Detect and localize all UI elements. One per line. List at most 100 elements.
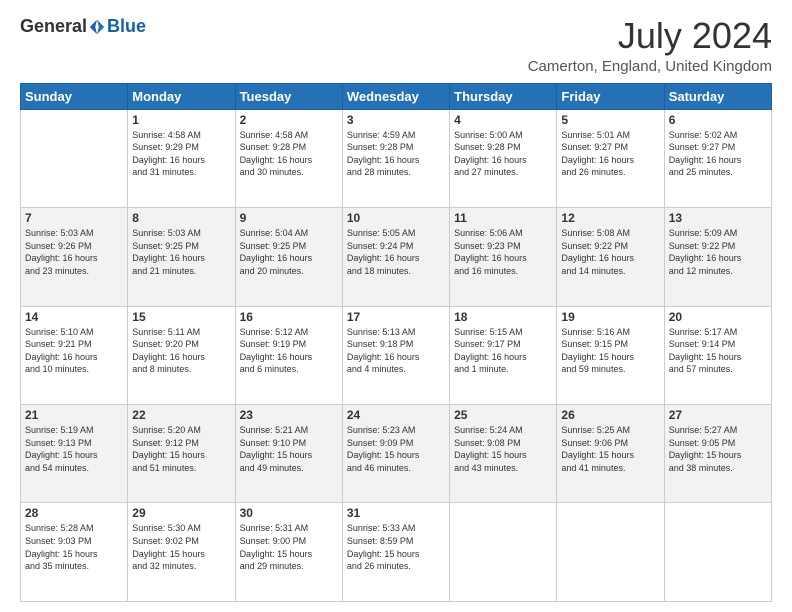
day-number: 10 bbox=[347, 211, 445, 225]
table-row: 16Sunrise: 5:12 AM Sunset: 9:19 PM Dayli… bbox=[235, 306, 342, 404]
day-number: 31 bbox=[347, 506, 445, 520]
day-number: 19 bbox=[561, 310, 659, 324]
day-info: Sunrise: 5:24 AM Sunset: 9:08 PM Dayligh… bbox=[454, 424, 552, 474]
title-block: July 2024 Camerton, England, United King… bbox=[528, 16, 772, 75]
day-info: Sunrise: 4:58 AM Sunset: 9:29 PM Dayligh… bbox=[132, 129, 230, 179]
day-number: 28 bbox=[25, 506, 123, 520]
table-row: 21 Sunrise: 5:19 AM Sunset: 9:13 PM Dayli… bbox=[21, 405, 128, 503]
day-number: 15 bbox=[132, 310, 230, 324]
header-monday: Monday bbox=[128, 83, 235, 109]
day-info: Sunrise: 5:30 AM Sunset: 9:02 PM Dayligh… bbox=[132, 522, 230, 572]
table-row: 9Sunrise: 5:04 AM Sunset: 9:25 PM Daylig… bbox=[235, 208, 342, 306]
day-number: 18 bbox=[454, 310, 552, 324]
table-row: 30 Sunrise: 5:31 AM Sunset: 9:00 PM Dayli… bbox=[235, 503, 342, 602]
day-info: Sunrise: 5:16 AM Sunset: 9:15 PM Dayligh… bbox=[561, 326, 659, 376]
day-number: 7 bbox=[25, 211, 123, 225]
day-info: Sunrise: 5:12 AM Sunset: 9:19 PM Dayligh… bbox=[240, 326, 338, 376]
header-saturday: Saturday bbox=[664, 83, 771, 109]
calendar-row-0: 1 Sunrise: 4:58 AM Sunset: 9:29 PM Daylig… bbox=[21, 109, 772, 207]
day-info: Sunrise: 5:05 AM Sunset: 9:24 PM Dayligh… bbox=[347, 227, 445, 277]
day-number: 29 bbox=[132, 506, 230, 520]
table-row bbox=[557, 503, 664, 602]
calendar-table: Sunday Monday Tuesday Wednesday Thursday… bbox=[20, 83, 772, 602]
day-number: 22 bbox=[132, 408, 230, 422]
table-row: 27 Sunrise: 5:27 AM Sunset: 9:05 PM Dayli… bbox=[664, 405, 771, 503]
logo: General Blue bbox=[20, 16, 146, 37]
day-info: Sunrise: 5:04 AM Sunset: 9:25 PM Dayligh… bbox=[240, 227, 338, 277]
table-row: 13Sunrise: 5:09 AM Sunset: 9:22 PM Dayli… bbox=[664, 208, 771, 306]
day-number: 5 bbox=[561, 113, 659, 127]
day-number: 2 bbox=[240, 113, 338, 127]
table-row bbox=[664, 503, 771, 602]
header: General Blue July 2024 Camerton, England… bbox=[20, 16, 772, 75]
day-number: 20 bbox=[669, 310, 767, 324]
table-row: 5 Sunrise: 5:01 AM Sunset: 9:27 PM Daylig… bbox=[557, 109, 664, 207]
table-row: 26Sunrise: 5:25 AM Sunset: 9:06 PM Dayli… bbox=[557, 405, 664, 503]
calendar-row-1: 7 Sunrise: 5:03 AM Sunset: 9:26 PM Daylig… bbox=[21, 208, 772, 306]
day-info: Sunrise: 5:03 AM Sunset: 9:25 PM Dayligh… bbox=[132, 227, 230, 277]
day-info: Sunrise: 5:25 AM Sunset: 9:06 PM Dayligh… bbox=[561, 424, 659, 474]
table-row: 20 Sunrise: 5:17 AM Sunset: 9:14 PM Dayli… bbox=[664, 306, 771, 404]
day-info: Sunrise: 5:02 AM Sunset: 9:27 PM Dayligh… bbox=[669, 129, 767, 179]
day-number: 6 bbox=[669, 113, 767, 127]
day-info: Sunrise: 5:03 AM Sunset: 9:26 PM Dayligh… bbox=[25, 227, 123, 277]
logo-general-text: General bbox=[20, 16, 87, 37]
day-info: Sunrise: 4:59 AM Sunset: 9:28 PM Dayligh… bbox=[347, 129, 445, 179]
table-row: 7 Sunrise: 5:03 AM Sunset: 9:26 PM Daylig… bbox=[21, 208, 128, 306]
table-row: 17 Sunrise: 5:13 AM Sunset: 9:18 PM Dayli… bbox=[342, 306, 449, 404]
calendar-row-3: 21 Sunrise: 5:19 AM Sunset: 9:13 PM Dayli… bbox=[21, 405, 772, 503]
day-number: 24 bbox=[347, 408, 445, 422]
day-number: 21 bbox=[25, 408, 123, 422]
table-row: 4 Sunrise: 5:00 AM Sunset: 9:28 PM Daylig… bbox=[450, 109, 557, 207]
table-row: 3 Sunrise: 4:59 AM Sunset: 9:28 PM Daylig… bbox=[342, 109, 449, 207]
day-info: Sunrise: 5:00 AM Sunset: 9:28 PM Dayligh… bbox=[454, 129, 552, 179]
day-info: Sunrise: 5:10 AM Sunset: 9:21 PM Dayligh… bbox=[25, 326, 123, 376]
day-number: 27 bbox=[669, 408, 767, 422]
day-info: Sunrise: 5:11 AM Sunset: 9:20 PM Dayligh… bbox=[132, 326, 230, 376]
header-sunday: Sunday bbox=[21, 83, 128, 109]
table-row: 8 Sunrise: 5:03 AM Sunset: 9:25 PM Daylig… bbox=[128, 208, 235, 306]
table-row: 2 Sunrise: 4:58 AM Sunset: 9:28 PM Daylig… bbox=[235, 109, 342, 207]
day-info: Sunrise: 4:58 AM Sunset: 9:28 PM Dayligh… bbox=[240, 129, 338, 179]
header-wednesday: Wednesday bbox=[342, 83, 449, 109]
day-number: 8 bbox=[132, 211, 230, 225]
sub-title: Camerton, England, United Kingdom bbox=[528, 58, 772, 75]
day-info: Sunrise: 5:27 AM Sunset: 9:05 PM Dayligh… bbox=[669, 424, 767, 474]
header-tuesday: Tuesday bbox=[235, 83, 342, 109]
logo-icon bbox=[88, 18, 106, 36]
day-info: Sunrise: 5:15 AM Sunset: 9:17 PM Dayligh… bbox=[454, 326, 552, 376]
day-info: Sunrise: 5:01 AM Sunset: 9:27 PM Dayligh… bbox=[561, 129, 659, 179]
day-number: 1 bbox=[132, 113, 230, 127]
table-row: 14 Sunrise: 5:10 AM Sunset: 9:21 PM Dayli… bbox=[21, 306, 128, 404]
day-info: Sunrise: 5:31 AM Sunset: 9:00 PM Dayligh… bbox=[240, 522, 338, 572]
table-row: 11Sunrise: 5:06 AM Sunset: 9:23 PM Dayli… bbox=[450, 208, 557, 306]
day-info: Sunrise: 5:21 AM Sunset: 9:10 PM Dayligh… bbox=[240, 424, 338, 474]
day-number: 4 bbox=[454, 113, 552, 127]
table-row: 31 Sunrise: 5:33 AM Sunset: 8:59 PM Dayli… bbox=[342, 503, 449, 602]
table-row: 24 Sunrise: 5:23 AM Sunset: 9:09 PM Dayli… bbox=[342, 405, 449, 503]
day-info: Sunrise: 5:33 AM Sunset: 8:59 PM Dayligh… bbox=[347, 522, 445, 572]
day-number: 14 bbox=[25, 310, 123, 324]
day-info: Sunrise: 5:08 AM Sunset: 9:22 PM Dayligh… bbox=[561, 227, 659, 277]
table-row: 29 Sunrise: 5:30 AM Sunset: 9:02 PM Dayli… bbox=[128, 503, 235, 602]
day-number: 17 bbox=[347, 310, 445, 324]
day-number: 25 bbox=[454, 408, 552, 422]
day-number: 12 bbox=[561, 211, 659, 225]
header-friday: Friday bbox=[557, 83, 664, 109]
day-info: Sunrise: 5:19 AM Sunset: 9:13 PM Dayligh… bbox=[25, 424, 123, 474]
table-row bbox=[450, 503, 557, 602]
day-number: 3 bbox=[347, 113, 445, 127]
day-info: Sunrise: 5:23 AM Sunset: 9:09 PM Dayligh… bbox=[347, 424, 445, 474]
day-number: 30 bbox=[240, 506, 338, 520]
day-number: 23 bbox=[240, 408, 338, 422]
day-info: Sunrise: 5:06 AM Sunset: 9:23 PM Dayligh… bbox=[454, 227, 552, 277]
table-row: 1 Sunrise: 4:58 AM Sunset: 9:29 PM Daylig… bbox=[128, 109, 235, 207]
logo-blue-text: Blue bbox=[107, 16, 146, 37]
day-info: Sunrise: 5:17 AM Sunset: 9:14 PM Dayligh… bbox=[669, 326, 767, 376]
header-thursday: Thursday bbox=[450, 83, 557, 109]
table-row bbox=[21, 109, 128, 207]
table-row: 10 Sunrise: 5:05 AM Sunset: 9:24 PM Dayli… bbox=[342, 208, 449, 306]
day-number: 13 bbox=[669, 211, 767, 225]
day-info: Sunrise: 5:20 AM Sunset: 9:12 PM Dayligh… bbox=[132, 424, 230, 474]
day-info: Sunrise: 5:13 AM Sunset: 9:18 PM Dayligh… bbox=[347, 326, 445, 376]
